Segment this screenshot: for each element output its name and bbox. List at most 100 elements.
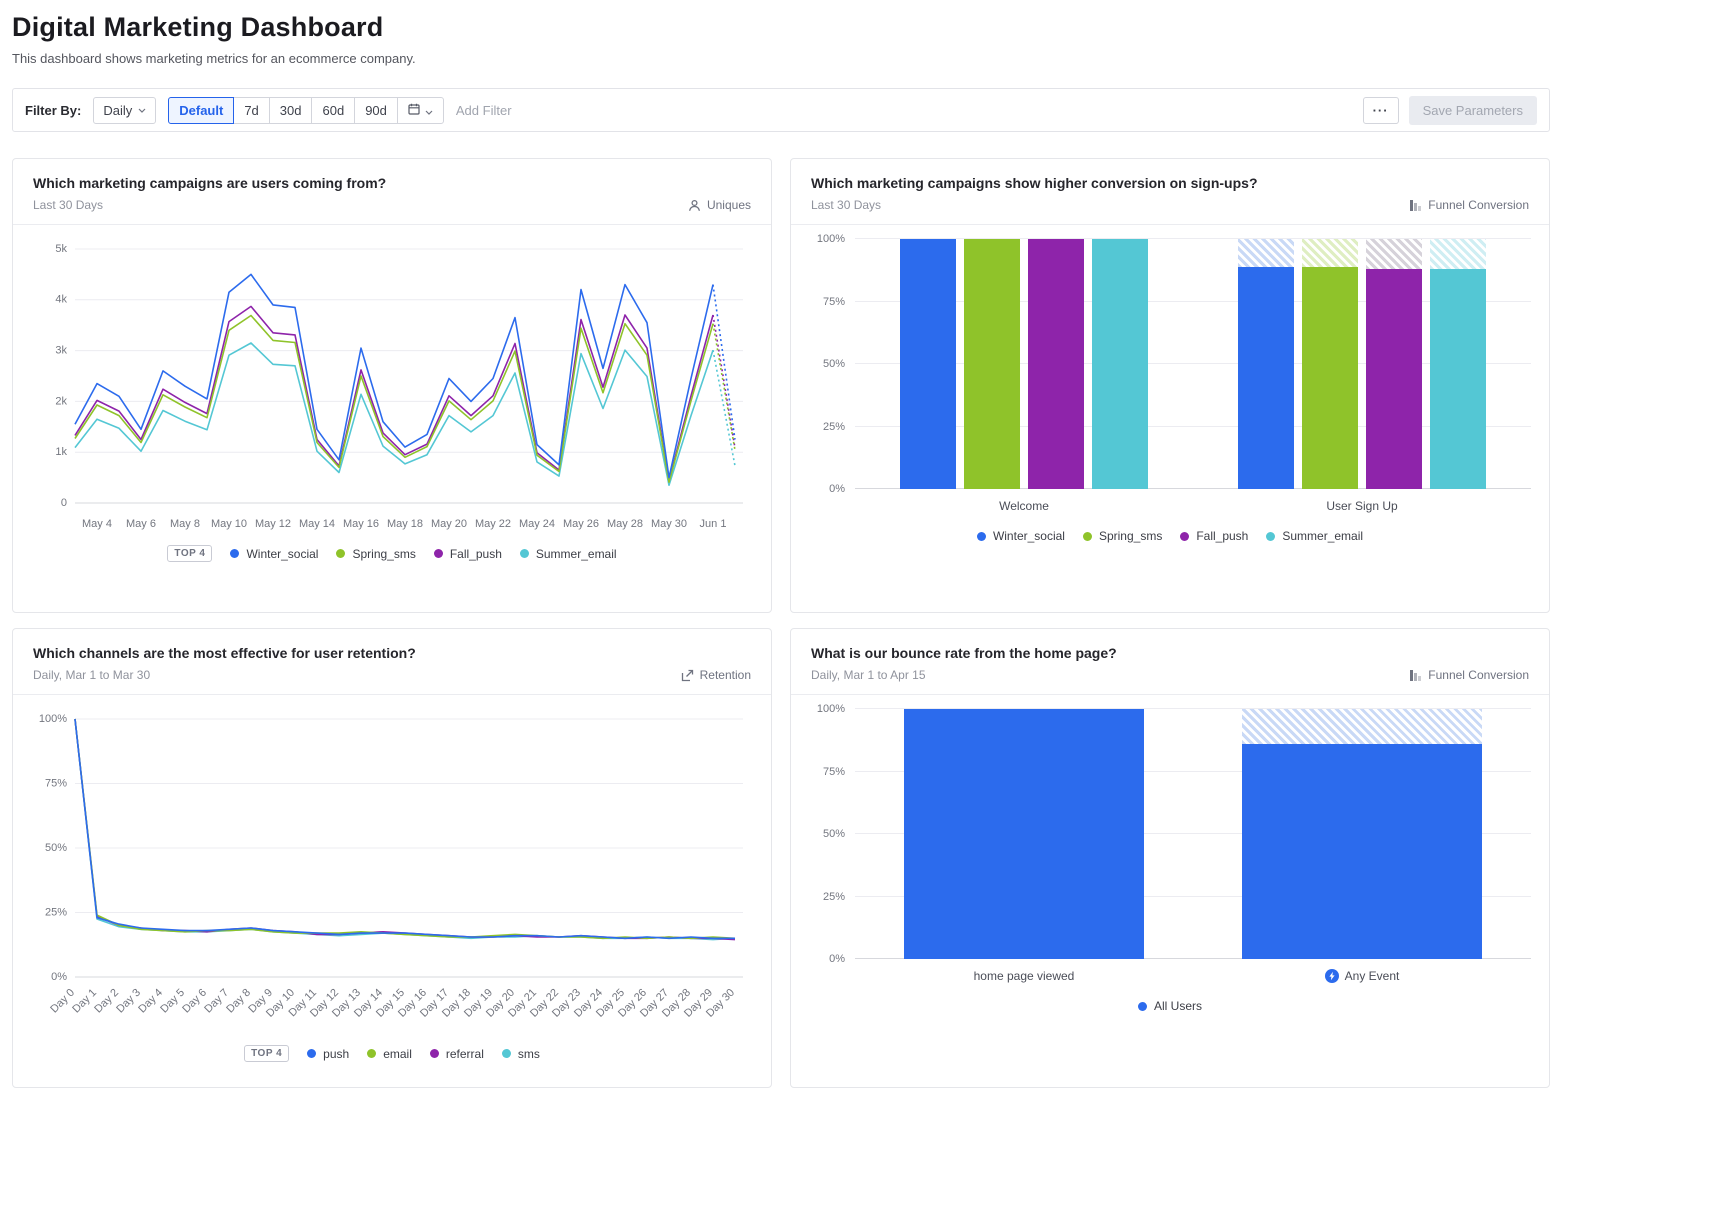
svg-text:May 26: May 26	[563, 518, 599, 530]
preset-90d-button[interactable]: 90d	[354, 97, 398, 124]
svg-text:Day 6: Day 6	[180, 987, 209, 1016]
x-axis: home page viewedAny Event	[855, 969, 1531, 983]
page-title: Digital Marketing Dashboard	[12, 12, 1550, 43]
svg-text:4k: 4k	[55, 294, 67, 306]
funnel-step-label: home page viewed	[855, 969, 1193, 983]
funnel-step-group	[1193, 709, 1531, 959]
y-axis: 0%25%50%75%100%	[809, 709, 855, 959]
chart-mode-label: Funnel Conversion	[1428, 198, 1529, 212]
funnel-bar-spring_sms[interactable]	[1302, 239, 1358, 489]
svg-text:Day 2: Day 2	[92, 987, 121, 1016]
funnel-bar-fill	[900, 239, 956, 489]
bounce-funnel-chart[interactable]: 0%25%50%75%100%home page viewedAny Event	[809, 709, 1531, 983]
funnel-bar-fill	[1028, 239, 1084, 489]
funnel-bar-fill	[1366, 269, 1422, 489]
date-range-presets: Default7d30d60d90d	[168, 97, 444, 124]
funnel-step-group	[855, 709, 1193, 959]
legend-item-fall_push[interactable]: Fall_push	[1180, 529, 1248, 543]
legend-item-referral[interactable]: referral	[430, 1047, 484, 1061]
svg-text:May 18: May 18	[387, 518, 423, 530]
legend-item-spring_sms[interactable]: Spring_sms	[336, 547, 415, 561]
y-axis-label: 25%	[823, 421, 845, 433]
uniques-icon	[688, 199, 701, 212]
filter-bar: Filter By: Daily Default7d30d60d90d Add …	[12, 88, 1550, 132]
funnel-bar-all users[interactable]	[1242, 709, 1482, 959]
panel-subtitle: Last 30 Days	[811, 198, 1258, 212]
legend-item-spring_sms[interactable]: Spring_sms	[1083, 529, 1162, 543]
date-picker-button[interactable]	[397, 97, 444, 124]
svg-text:May 14: May 14	[299, 518, 335, 530]
chart-mode-label: Retention	[700, 668, 751, 682]
chart-mode[interactable]: Funnel Conversion	[1409, 668, 1529, 682]
legend-item-email[interactable]: email	[367, 1047, 412, 1061]
line-chart-svg: 0%25%50%75%100%Day 0Day 1Day 2Day 3Day 4…	[31, 709, 753, 1039]
funnel-bar-winter_social[interactable]	[900, 239, 956, 489]
interval-dropdown[interactable]: Daily	[93, 97, 156, 124]
legend-item-summer_email[interactable]: Summer_email	[1266, 529, 1363, 543]
chart-mode[interactable]: Retention	[681, 668, 751, 682]
funnel-dropoff-segment	[1366, 239, 1422, 269]
legend-item-sms[interactable]: sms	[502, 1047, 540, 1061]
legend-item-all users[interactable]: All Users	[1138, 999, 1202, 1013]
funnel-bar-summer_email[interactable]	[1092, 239, 1148, 489]
svg-text:Day 7: Day 7	[202, 987, 231, 1016]
save-parameters-button[interactable]: Save Parameters	[1409, 96, 1537, 125]
funnel-step-label: Welcome	[855, 499, 1193, 513]
legend-color-dot	[336, 549, 345, 558]
funnel-bar-summer_email[interactable]	[1430, 239, 1486, 489]
svg-text:May 12: May 12	[255, 518, 291, 530]
svg-text:May 20: May 20	[431, 518, 467, 530]
panel-bounce-rate: What is our bounce rate from the home pa…	[790, 628, 1550, 1088]
funnel-bar-fill	[1238, 267, 1294, 490]
preset-default-button[interactable]: Default	[168, 97, 234, 124]
funnel-conversion-icon	[1409, 669, 1422, 682]
legend-item-winter_social[interactable]: Winter_social	[977, 529, 1065, 543]
chart-mode[interactable]: Funnel Conversion	[1409, 198, 1529, 212]
chart-mode[interactable]: Uniques	[688, 198, 751, 212]
campaigns-line-chart[interactable]: 01k2k3k4k5kMay 4May 6May 8May 10May 12Ma…	[31, 239, 753, 539]
svg-text:May 22: May 22	[475, 518, 511, 530]
retention-line-chart[interactable]: 0%25%50%75%100%Day 0Day 1Day 2Day 3Day 4…	[31, 709, 753, 1039]
legend-color-dot	[1180, 532, 1189, 541]
funnel-bar-all users[interactable]	[904, 709, 1144, 959]
legend-item-fall_push[interactable]: Fall_push	[434, 547, 502, 561]
panel-retention: Which channels are the most effective fo…	[12, 628, 772, 1088]
panel-subtitle: Daily, Mar 1 to Mar 30	[33, 668, 416, 682]
legend-item-push[interactable]: push	[307, 1047, 349, 1061]
panel-subtitle: Last 30 Days	[33, 198, 386, 212]
page-subtitle: This dashboard shows marketing metrics f…	[12, 51, 1550, 66]
legend-top4-badge: TOP 4	[244, 1045, 289, 1062]
svg-text:May 30: May 30	[651, 518, 687, 530]
add-filter-button[interactable]: Add Filter	[456, 103, 512, 118]
preset-30d-button[interactable]: 30d	[269, 97, 313, 124]
line-chart-svg: 01k2k3k4k5kMay 4May 6May 8May 10May 12Ma…	[31, 239, 753, 539]
funnel-bar-winter_social[interactable]	[1238, 239, 1294, 489]
legend-item-winter_social[interactable]: Winter_social	[230, 547, 318, 561]
panel-subtitle: Daily, Mar 1 to Apr 15	[811, 668, 1117, 682]
svg-text:Day 1: Day 1	[70, 987, 99, 1016]
y-axis: 0%25%50%75%100%	[809, 239, 855, 489]
funnel-bar-spring_sms[interactable]	[964, 239, 1020, 489]
funnel-bar-fall_push[interactable]	[1028, 239, 1084, 489]
legend-color-dot	[1266, 532, 1275, 541]
svg-text:50%: 50%	[45, 842, 67, 854]
funnel-bar-fall_push[interactable]	[1366, 239, 1422, 489]
panel-title: Which channels are the most effective fo…	[33, 645, 416, 661]
any-event-icon	[1325, 969, 1339, 983]
preset-7d-button[interactable]: 7d	[233, 97, 269, 124]
legend-item-summer_email[interactable]: Summer_email	[520, 547, 617, 561]
preset-60d-button[interactable]: 60d	[311, 97, 355, 124]
filter-by-label: Filter By:	[25, 103, 81, 118]
panel-header: Which marketing campaigns show higher co…	[791, 159, 1549, 225]
panel-campaign-uniques: Which marketing campaigns are users comi…	[12, 158, 772, 613]
funnel-dropoff-segment	[1242, 709, 1482, 744]
svg-text:Jun 1: Jun 1	[700, 518, 727, 530]
funnel-plot	[855, 709, 1531, 959]
svg-text:Day 8: Day 8	[224, 987, 253, 1016]
signup-funnel-chart[interactable]: 0%25%50%75%100%WelcomeUser Sign Up	[809, 239, 1531, 513]
funnel-bar-fill	[1430, 269, 1486, 489]
funnel-dropoff-segment	[1430, 239, 1486, 269]
y-axis-label: 100%	[817, 703, 845, 715]
panel-header: Which marketing campaigns are users comi…	[13, 159, 771, 225]
more-options-button[interactable]: ···	[1363, 97, 1399, 124]
